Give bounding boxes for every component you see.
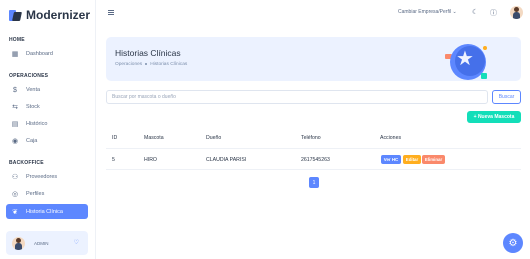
history-icon: ▤: [11, 121, 19, 128]
power-icon[interactable]: ♡: [74, 239, 79, 246]
settings-fab-icon[interactable]: ⚙: [503, 233, 523, 253]
page-title: Historias Clínicas: [115, 48, 181, 58]
pagination-page-1[interactable]: 1: [309, 177, 319, 188]
cash-icon: ◉: [11, 138, 19, 145]
cell-dueno: CLAUDIA PARISI: [206, 157, 247, 163]
search-button[interactable]: Buscar: [492, 90, 521, 104]
pet-icon: ❦: [12, 208, 18, 216]
app-name: Modernizer: [26, 8, 91, 22]
sidebar-item-dashboard[interactable]: ▦ Dashboard: [6, 47, 88, 61]
transfer-icon: ⇆: [12, 104, 18, 111]
sidebar-item-proveedores[interactable]: ⚇ Proveedores: [6, 170, 88, 184]
app-logo[interactable]: Modernizer: [9, 8, 90, 22]
sidebar-item-label: Dashboard: [26, 51, 53, 57]
sidebar-item-venta[interactable]: $ Venta: [6, 83, 88, 97]
avatar: [12, 236, 25, 250]
breadcrumb: Operaciones Historias Clínicas: [115, 62, 187, 67]
cell-id: 5: [112, 157, 115, 163]
view-hc-button[interactable]: Ver HC: [381, 155, 401, 164]
new-pet-button[interactable]: + Nueva Mascota: [467, 111, 521, 123]
cell-mascota: HIRO: [144, 157, 157, 163]
menu-toggle-icon[interactable]: [108, 10, 114, 15]
bell-icon[interactable]: ⓘ: [490, 8, 497, 18]
cell-telefono: 2617545263: [301, 157, 330, 163]
section-operaciones: OPERACIONES: [9, 73, 49, 79]
sidebar-item-historico[interactable]: ▤ Histórico: [6, 117, 88, 131]
sidebar-item-label: Histórico: [26, 121, 48, 127]
moon-icon[interactable]: ☾: [472, 8, 478, 16]
column-header-telefono: Teléfono: [301, 135, 321, 141]
topbar: Cambiar Empresa/Perfil ⌄ ☾ ⓘ: [96, 0, 530, 26]
star-icon: ★: [456, 48, 474, 70]
user-avatar[interactable]: [510, 6, 523, 19]
sidebar-item-stock[interactable]: ⇆ Stock: [6, 100, 88, 114]
currency-icon: $: [13, 86, 17, 94]
column-header-acciones: Acciones: [380, 135, 402, 141]
sidebar-item-label: Historia Clínica: [26, 208, 63, 215]
company-profile-select[interactable]: Cambiar Empresa/Perfil ⌄: [398, 9, 457, 15]
sidebar-item-label: Stock: [26, 104, 40, 110]
breadcrumb-item: Historias Clínicas: [150, 62, 188, 67]
sidebar-item-perfiles[interactable]: ◎ Perfiles: [6, 187, 88, 201]
sidebar-item-caja[interactable]: ◉ Caja: [6, 134, 88, 148]
breadcrumb-item[interactable]: Operaciones: [115, 62, 142, 67]
sidebar-item-label: Venta: [26, 87, 41, 93]
sidebar-item-label: Proveedores: [26, 174, 58, 180]
table-divider: [106, 169, 521, 170]
profile-icon: ◎: [11, 191, 19, 198]
logo-icon: [9, 9, 22, 21]
page-banner: Historias Clínicas Operaciones Historias …: [106, 37, 521, 81]
column-header-dueno: Dueño: [206, 135, 222, 141]
dashboard-icon: ▦: [11, 51, 19, 58]
users-icon: ⚇: [11, 174, 19, 181]
delete-button[interactable]: Eliminar: [422, 155, 445, 164]
section-backoffice: BACKOFFICE: [9, 160, 44, 166]
banner-illustration: ★: [443, 40, 503, 80]
sidebar-item-historia-clinica[interactable]: ❦ Historia Clínica: [6, 204, 88, 219]
table-divider: [106, 148, 521, 149]
sidebar: Modernizer HOME ▦ Dashboard OPERACIONES …: [0, 0, 96, 259]
profile-name: ADMIN: [34, 240, 49, 246]
app-root: Modernizer HOME ▦ Dashboard OPERACIONES …: [0, 0, 530, 259]
sidebar-profile-card[interactable]: ADMIN ♡: [6, 231, 88, 255]
sidebar-item-label: Perfiles: [26, 191, 45, 197]
section-home: HOME: [9, 37, 25, 43]
edit-button[interactable]: Editar: [403, 155, 421, 164]
column-header-id: ID: [112, 135, 118, 141]
sidebar-item-label: Caja: [26, 138, 38, 144]
breadcrumb-separator: [145, 62, 148, 65]
search-input[interactable]: [106, 90, 488, 104]
column-header-mascota: Mascota: [144, 135, 164, 141]
